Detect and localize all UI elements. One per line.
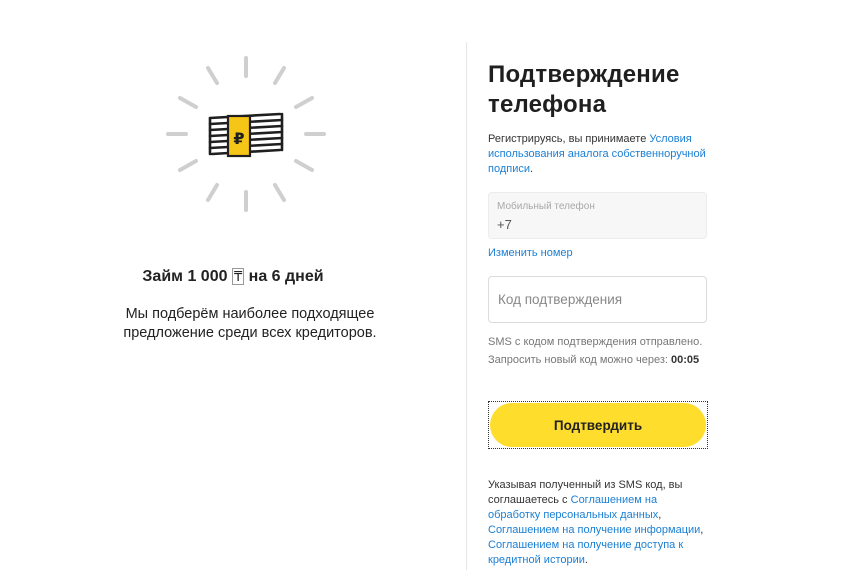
phone-value: +7 [497, 217, 512, 232]
resend-timer: 00:05 [671, 354, 700, 366]
loan-title-prefix: Займ 1 000 [142, 268, 232, 285]
panel-divider [466, 42, 467, 570]
change-number-link[interactable]: Изменить номер [488, 247, 573, 259]
resend-timer-text: Запросить новый код можно через: 00:05 [488, 354, 699, 366]
terms-prefix: Регистрируясь, вы принимаете [488, 133, 650, 145]
confirm-button-focus-ring: Подтвердить [488, 401, 708, 449]
confirm-button[interactable]: Подтвердить [490, 403, 706, 447]
loan-description: Мы подберём наиболее подходящее предложе… [123, 306, 377, 341]
terms-text: Регистрируясь, вы принимаете Условия исп… [488, 132, 708, 177]
loan-title-suffix: на 6 дней [244, 268, 324, 285]
phone-label: Мобильный телефон [497, 201, 595, 212]
page-title: Подтверждение телефона [488, 61, 680, 118]
right-panel: Подтверждение телефона Регистрируясь, вы… [488, 0, 728, 578]
agreement-separator: , [658, 509, 662, 521]
confirmation-code-input[interactable] [488, 276, 707, 323]
loan-title: Займ 1 000 ₸ на 6 дней [0, 268, 466, 286]
money-stack-ruble-icon: ₽ [166, 56, 326, 212]
sms-sent-status: SMS с кодом подтверждения отправлено. [488, 336, 703, 348]
resend-prefix: Запросить новый код можно через: [488, 354, 668, 366]
information-agreement-link[interactable]: Соглашением на получение информации [488, 524, 700, 536]
phone-field: Мобильный телефон +7 [488, 192, 707, 239]
agreement-separator: , [700, 524, 704, 536]
agreement-suffix: . [584, 554, 588, 566]
currency-symbol: ₸ [231, 268, 245, 285]
terms-suffix: . [530, 163, 534, 175]
ruble-symbol: ₽ [233, 129, 244, 148]
agreement-text: Указывая полученный из SMS код, вы согла… [488, 478, 710, 568]
left-panel: ₽ Займ 1 000 ₸ на 6 дней Мы подберём наи… [0, 0, 466, 578]
